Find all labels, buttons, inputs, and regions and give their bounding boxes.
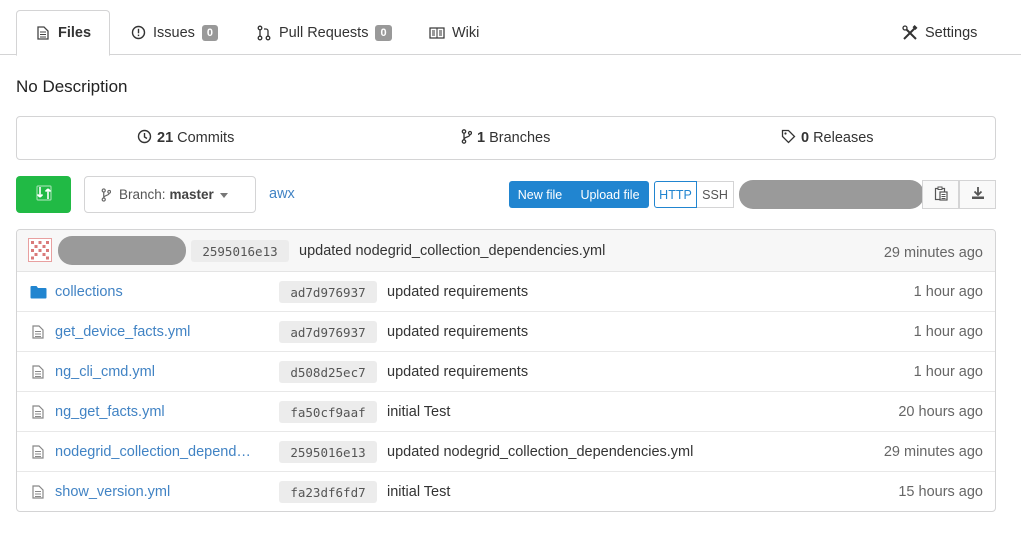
- commit-age: 1 hour ago: [913, 364, 983, 380]
- commit-age: 1 hour ago: [913, 324, 983, 340]
- commit-age: 15 hours ago: [898, 484, 983, 500]
- download-icon: [971, 186, 985, 203]
- latest-commit-age: 29 minutes ago: [883, 245, 983, 261]
- clone-url-input[interactable]: [739, 180, 924, 209]
- history-icon: [137, 129, 152, 148]
- settings-label: Settings: [925, 24, 978, 41]
- copy-url-button[interactable]: [922, 180, 959, 209]
- file-icon: [35, 25, 51, 41]
- http-clone-button[interactable]: HTTP: [654, 181, 697, 208]
- file-text-icon: [29, 444, 47, 460]
- compare-icon: [35, 185, 52, 204]
- tools-icon: [902, 24, 918, 41]
- file-name-link[interactable]: ng_get_facts.yml: [55, 404, 251, 420]
- commit-message: updated requirements: [387, 324, 529, 340]
- commit-sha[interactable]: d508d25ec7: [279, 361, 377, 383]
- branch-name: master: [169, 187, 214, 202]
- commit-message: updated requirements: [387, 364, 529, 380]
- file-name-link[interactable]: get_device_facts.yml: [55, 324, 251, 340]
- commit-sha[interactable]: ad7d976937: [279, 281, 377, 303]
- new-file-button[interactable]: New file: [509, 181, 571, 208]
- branch-icon: [101, 187, 111, 202]
- file-name-link[interactable]: show_version.yml: [55, 484, 251, 500]
- download-button[interactable]: [959, 180, 996, 209]
- branches-count: 1: [477, 130, 486, 146]
- table-row: collections ad7d976937 updated requireme…: [17, 272, 995, 312]
- commits-label: Commits: [177, 130, 235, 146]
- tab-files[interactable]: Files: [16, 10, 110, 56]
- chevron-down-icon: [219, 193, 228, 198]
- upload-file-button[interactable]: Upload file: [571, 181, 649, 208]
- issues-count-badge: 0: [201, 24, 219, 41]
- wiki-icon: [429, 25, 445, 41]
- file-text-icon: [29, 364, 47, 380]
- table-row: get_device_facts.yml ad7d976937 updated …: [17, 312, 995, 352]
- tab-label: Files: [58, 25, 92, 41]
- commit-sha[interactable]: 2595016e13: [279, 441, 377, 463]
- tab-label: Pull Requests: [279, 24, 369, 41]
- table-row: ng_get_facts.yml fa50cf9aaf initial Test…: [17, 392, 995, 432]
- pull-request-icon: [256, 25, 272, 41]
- file-text-icon: [29, 404, 47, 420]
- commit-sha[interactable]: fa50cf9aaf: [279, 401, 377, 423]
- table-row: ng_cli_cmd.yml d508d25ec7 updated requir…: [17, 352, 995, 392]
- branches-label: Branches: [489, 130, 551, 146]
- file-name-link[interactable]: nodegrid_collection_depend…: [55, 444, 251, 460]
- commit-message: updated requirements: [387, 284, 529, 300]
- commit-sha[interactable]: ad7d976937: [279, 321, 377, 343]
- commit-age: 1 hour ago: [913, 284, 983, 300]
- repo-tab-bar: Files Issues 0 Pull Requests 0 Wiki Sett…: [0, 0, 1021, 56]
- repo-stats-bar: 21 Commits 1 Branches 0 Releases: [16, 116, 996, 160]
- commit-age: 20 hours ago: [898, 404, 983, 420]
- branch-prefix: Branch:: [119, 187, 166, 202]
- repo-description: No Description: [16, 77, 128, 96]
- commit-message: initial Test: [387, 404, 451, 420]
- commit-message: updated nodegrid_collection_dependencies…: [387, 444, 694, 460]
- file-table: 2595016e13 updated nodegrid_collection_d…: [16, 229, 996, 512]
- tab-pull-requests[interactable]: Pull Requests 0: [256, 10, 392, 55]
- releases-label: Releases: [813, 130, 874, 146]
- repo-breadcrumb-link[interactable]: awx: [269, 186, 295, 202]
- tab-settings[interactable]: Settings: [902, 10, 977, 55]
- tab-label: Issues: [153, 24, 195, 41]
- tag-icon: [781, 129, 796, 148]
- latest-commit-sha[interactable]: 2595016e13: [191, 240, 289, 262]
- latest-commit-message: updated nodegrid_collection_dependencies…: [299, 243, 606, 259]
- clipboard-icon: [934, 186, 948, 204]
- file-text-icon: [29, 324, 47, 340]
- file-name-link[interactable]: ng_cli_cmd.yml: [55, 364, 251, 380]
- commit-sha[interactable]: fa23df6fd7: [279, 481, 377, 503]
- commit-age: 29 minutes ago: [883, 444, 983, 460]
- commits-count: 21: [157, 130, 174, 146]
- issue-icon: [130, 25, 146, 41]
- tab-wiki[interactable]: Wiki: [429, 10, 479, 55]
- tab-label: Wiki: [452, 24, 480, 41]
- compare-pull-button[interactable]: [16, 176, 71, 213]
- releases-stat[interactable]: 0 Releases: [781, 117, 874, 159]
- file-text-icon: [29, 484, 47, 500]
- pull-requests-count-badge: 0: [375, 24, 392, 41]
- branches-stat[interactable]: 1 Branches: [461, 117, 550, 159]
- latest-commit-row: 2595016e13 updated nodegrid_collection_d…: [17, 230, 995, 272]
- commit-author[interactable]: [58, 236, 186, 265]
- branch-dropdown[interactable]: Branch: master: [84, 176, 256, 213]
- ssh-clone-button[interactable]: SSH: [697, 181, 734, 208]
- table-row: nodegrid_collection_depend… 2595016e13 u…: [17, 432, 995, 472]
- file-name-link[interactable]: collections: [55, 284, 251, 300]
- commit-message: initial Test: [387, 484, 451, 500]
- commits-stat[interactable]: 21 Commits: [137, 117, 234, 159]
- branch-icon: [461, 128, 473, 148]
- releases-count: 0: [801, 130, 810, 146]
- table-row: show_version.yml fa23df6fd7 initial Test…: [17, 472, 995, 511]
- avatar[interactable]: [28, 238, 52, 262]
- tab-issues[interactable]: Issues 0: [130, 10, 219, 55]
- file-actions-group: New file Upload file: [509, 181, 649, 208]
- folder-icon: [29, 284, 47, 300]
